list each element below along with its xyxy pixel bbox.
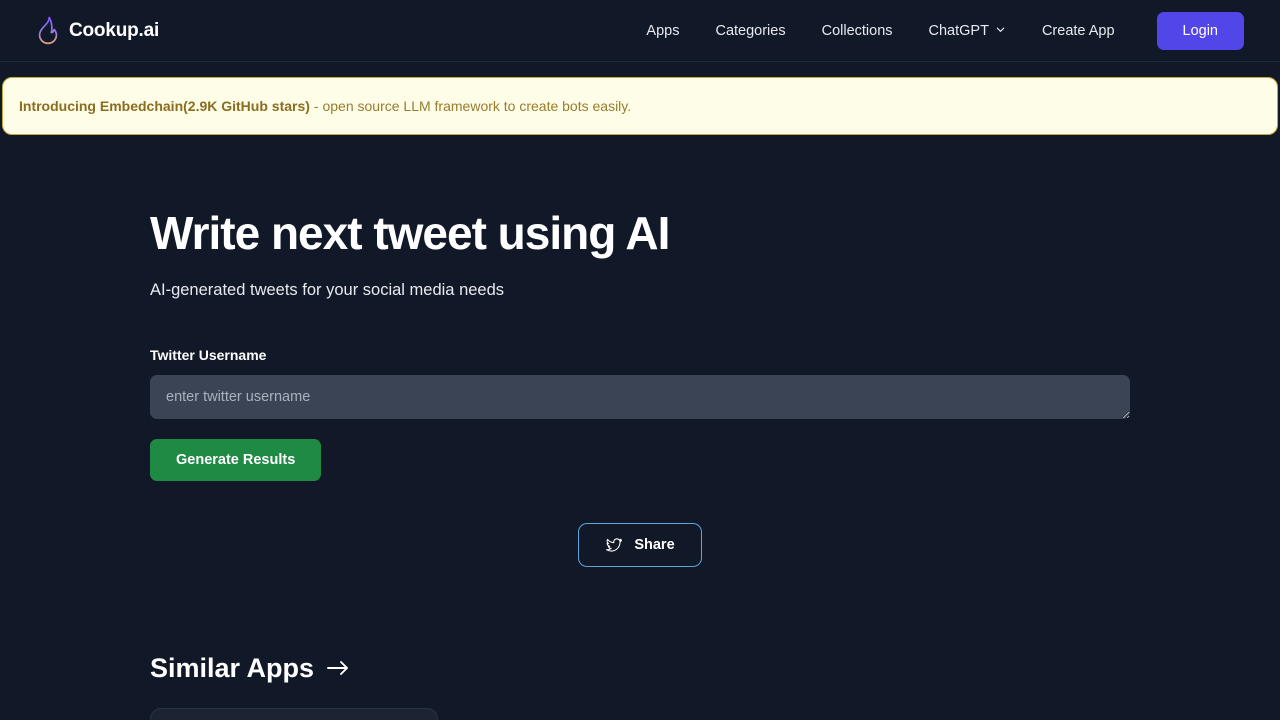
main-navigation: Apps Categories Collections ChatGPT Crea… bbox=[628, 11, 1244, 50]
twitter-username-input[interactable] bbox=[150, 374, 1130, 419]
similar-apps-label: Similar Apps bbox=[150, 652, 315, 683]
nav-item-label: Create App bbox=[1041, 22, 1115, 39]
arrow-right-icon bbox=[326, 658, 350, 678]
nav-item-collections[interactable]: Collections bbox=[804, 15, 911, 47]
similar-app-card[interactable] bbox=[150, 707, 438, 720]
share-button-label: Share bbox=[634, 536, 675, 553]
flame-icon bbox=[36, 16, 60, 46]
page-title: Write next tweet using AI bbox=[150, 207, 670, 259]
nav-item-label: Apps bbox=[646, 22, 680, 39]
brand-logo-link[interactable]: Cookup.ai bbox=[36, 16, 159, 46]
nav-item-label: ChatGPT bbox=[928, 22, 989, 39]
similar-apps-heading[interactable]: Similar Apps bbox=[150, 653, 350, 684]
page-subtitle: AI-generated tweets for your social medi… bbox=[150, 280, 505, 299]
site-header: Cookup.ai Apps Categories Collections Ch… bbox=[0, 0, 1280, 62]
nav-item-apps[interactable]: Apps bbox=[628, 15, 697, 47]
chevron-down-icon bbox=[995, 23, 1006, 39]
twitter-icon bbox=[605, 536, 623, 554]
nav-item-label: Categories bbox=[715, 22, 786, 39]
announcement-banner[interactable]: Introducing Embedchain(2.9K GitHub stars… bbox=[2, 77, 1278, 135]
nav-item-label: Collections bbox=[821, 22, 893, 39]
nav-item-create-app[interactable]: Create App bbox=[1024, 15, 1133, 47]
nav-item-categories[interactable]: Categories bbox=[697, 15, 803, 47]
login-button[interactable]: Login bbox=[1156, 11, 1244, 50]
banner-headline: Introducing Embedchain(2.9K GitHub stars… bbox=[19, 98, 310, 114]
generate-results-button[interactable]: Generate Results bbox=[150, 438, 322, 481]
banner-description: - open source LLM framework to create bo… bbox=[313, 98, 632, 114]
share-row: Share bbox=[0, 522, 1280, 567]
twitter-username-label: Twitter Username bbox=[150, 346, 267, 363]
share-button[interactable]: Share bbox=[578, 522, 702, 567]
brand-name: Cookup.ai bbox=[69, 19, 160, 41]
nav-item-chatgpt[interactable]: ChatGPT bbox=[911, 15, 1024, 47]
main-content: Write next tweet using AI AI-generated t… bbox=[0, 208, 1280, 720]
